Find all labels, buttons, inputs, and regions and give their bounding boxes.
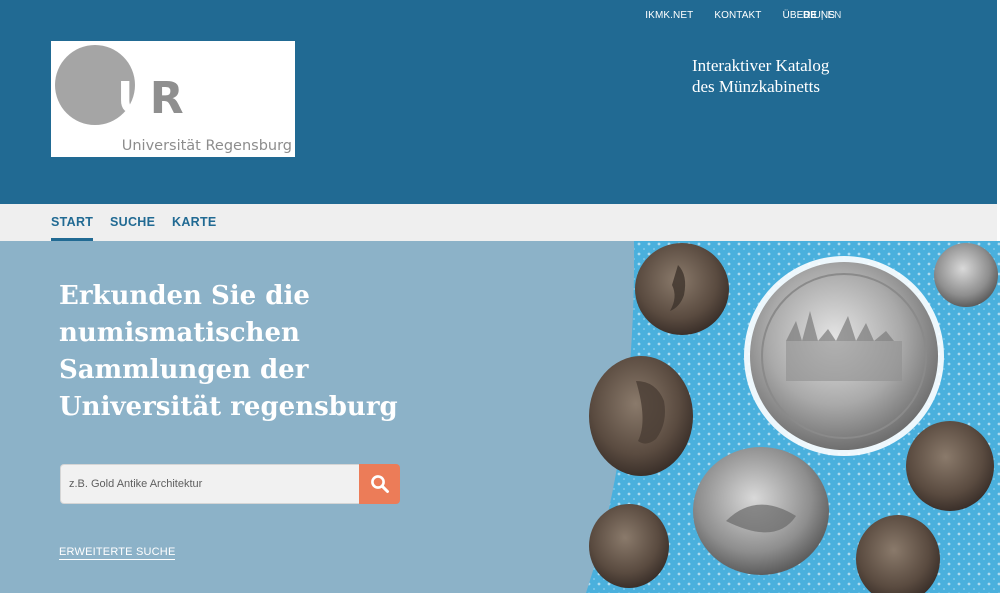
- topnav-kontakt-link[interactable]: KONTAKT: [714, 10, 761, 21]
- site-header: IKMK.NET KONTAKT ÜBER UNS DE | EN UR Uni…: [0, 0, 997, 204]
- logo-letter-r: R: [149, 73, 184, 124]
- nav-start[interactable]: START: [51, 215, 94, 241]
- search-form: [60, 464, 400, 504]
- logo-letters: UR: [117, 77, 184, 121]
- catalog-title-line1: Interaktiver Katalog: [692, 56, 830, 75]
- language-en[interactable]: EN: [828, 10, 842, 21]
- catalog-title-line2: des Münzkabinetts: [692, 77, 820, 96]
- logo-university-name: Universität Regensburg: [121, 138, 292, 154]
- search-input[interactable]: [60, 464, 359, 504]
- topnav-ikmk-link[interactable]: IKMK.NET: [645, 10, 693, 21]
- catalog-title: Interaktiver Katalog des Münzkabinetts: [692, 55, 892, 97]
- search-icon: [370, 475, 389, 493]
- coin-collage-image: [586, 241, 1000, 593]
- main-navigation: START SUCHE KARTE: [0, 204, 997, 241]
- hero-title: Erkunden Sie die numismatischen Sammlung…: [59, 281, 398, 422]
- nav-suche[interactable]: SUCHE: [110, 215, 155, 229]
- university-logo[interactable]: UR Universität Regensburg: [51, 41, 295, 157]
- language-separator: |: [820, 10, 824, 21]
- logo-letter-u: U: [117, 73, 153, 124]
- language-switcher: DE | EN: [803, 10, 841, 21]
- search-button[interactable]: [359, 464, 400, 504]
- language-de[interactable]: DE: [803, 10, 817, 21]
- nav-karte[interactable]: KARTE: [172, 215, 217, 229]
- hero-section: Erkunden Sie die numismatischen Sammlung…: [0, 241, 1000, 593]
- advanced-search-link[interactable]: ERWEITERTE SUCHE: [59, 546, 176, 560]
